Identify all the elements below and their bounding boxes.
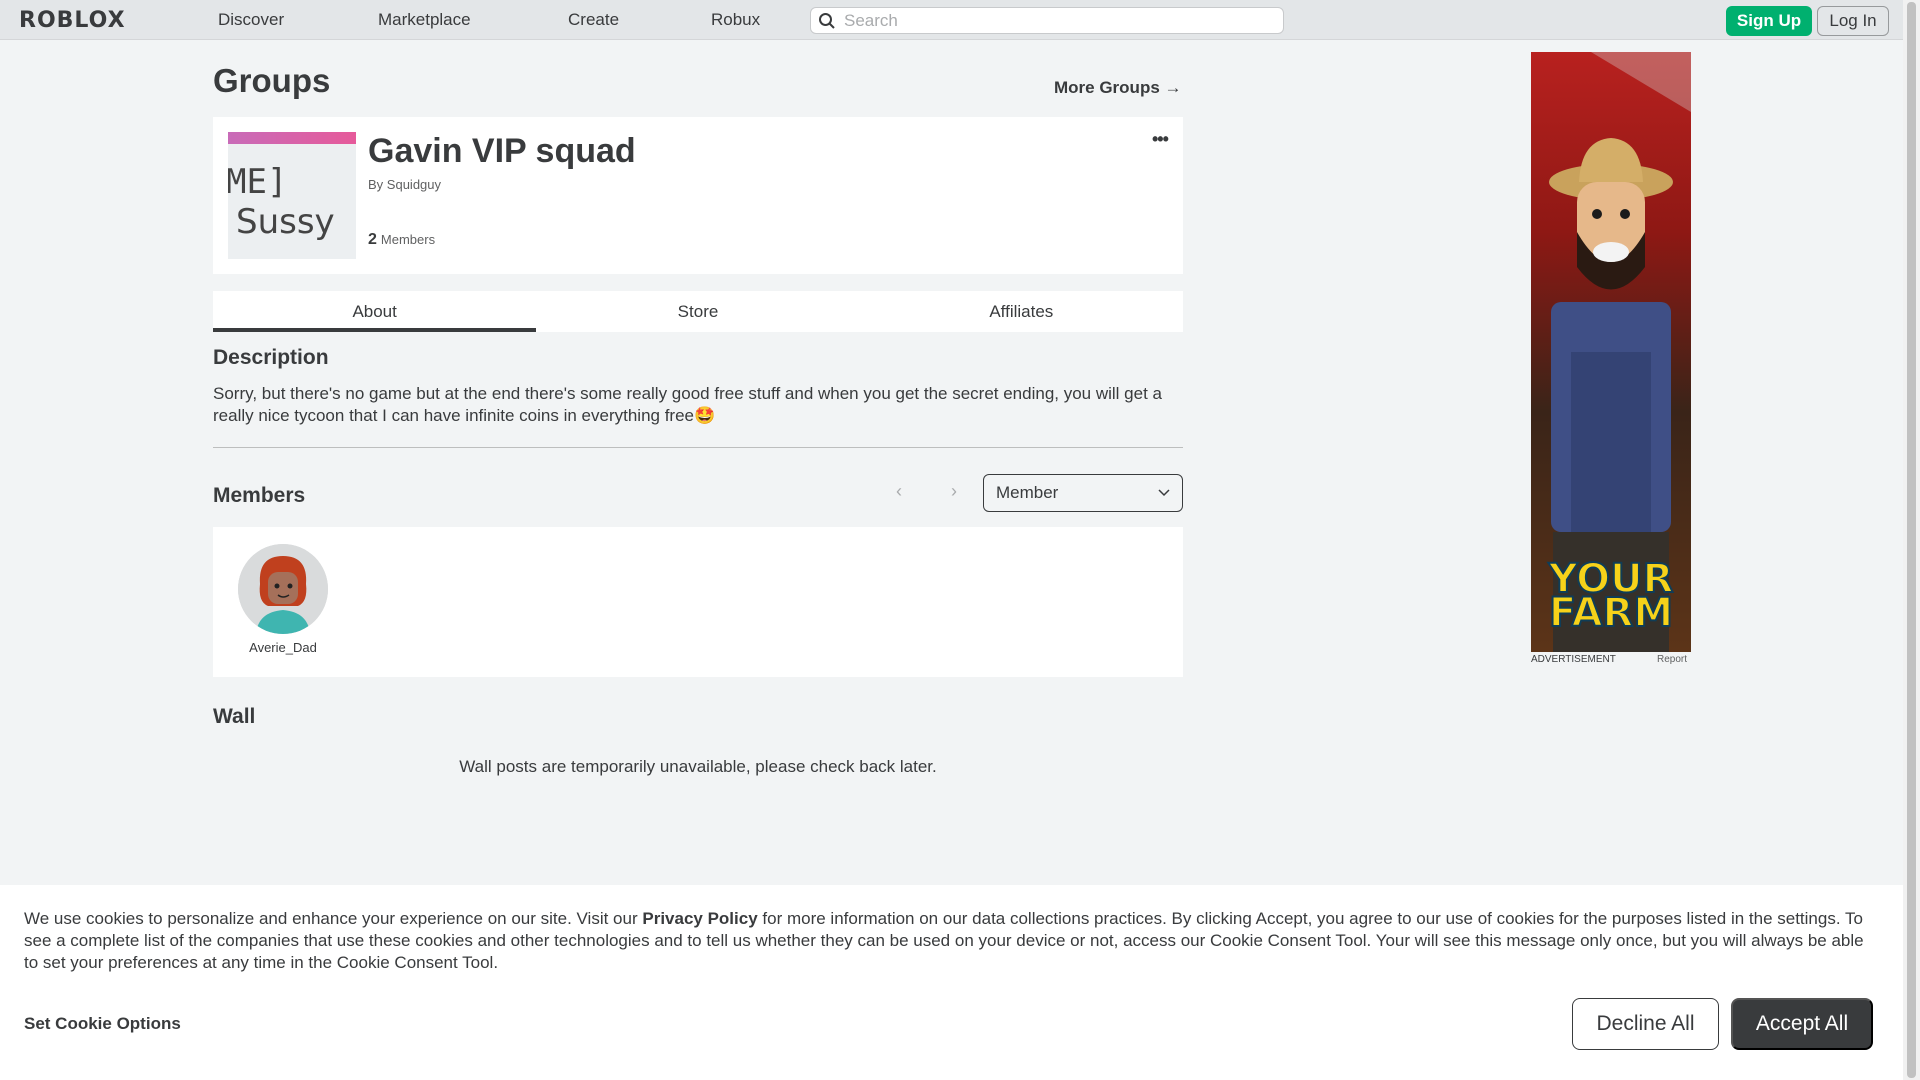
- ad-report-link[interactable]: Report: [1657, 654, 1687, 665]
- group-description: Sorry, but there's no game but at the en…: [213, 384, 1162, 425]
- nav-link-discover[interactable]: Discover: [218, 10, 284, 30]
- member-count-label: Members: [380, 232, 436, 247]
- role-filter-value: Member: [996, 483, 1059, 502]
- cookie-text-before: We use cookies to personalize and enhanc…: [24, 909, 643, 928]
- group-member-count: 2 Members: [368, 231, 435, 249]
- tab-store[interactable]: Store: [536, 291, 859, 332]
- member-name[interactable]: Averie_Dad: [233, 640, 333, 655]
- role-filter-dropdown[interactable]: Member: [983, 474, 1183, 512]
- emblem-text-2: Sussy: [236, 202, 335, 242]
- nav-link-robux[interactable]: Robux: [711, 10, 760, 30]
- advertisement-label: ADVERTISEMENT: [1531, 654, 1616, 665]
- advertisement-banner[interactable]: YOUR FARM: [1531, 52, 1691, 652]
- search-input[interactable]: [844, 10, 1264, 31]
- ad-brand-line-2: FARM: [1548, 590, 1674, 636]
- group-emblem: ME] Sussy: [228, 132, 356, 259]
- decline-all-button[interactable]: Decline All: [1572, 998, 1719, 1050]
- members-heading: Members: [213, 484, 306, 507]
- nav-link-create[interactable]: Create: [568, 10, 619, 30]
- more-groups-link[interactable]: More Groups →: [1054, 78, 1182, 98]
- nav-link-marketplace[interactable]: Marketplace: [378, 10, 471, 30]
- description-heading: Description: [213, 346, 329, 369]
- set-cookie-options-link[interactable]: Set Cookie Options: [24, 1014, 181, 1034]
- group-owner-line: By Squidguy: [368, 177, 441, 192]
- member-count-value: 2: [368, 231, 377, 248]
- scrollbar-thumb[interactable]: [1907, 2, 1916, 1078]
- emblem-text-1: ME]: [228, 162, 288, 202]
- member-card[interactable]: Averie_Dad: [233, 544, 333, 655]
- accept-all-button[interactable]: Accept All: [1731, 998, 1873, 1050]
- privacy-policy-link[interactable]: Privacy Policy: [642, 909, 757, 928]
- emblem-stripe: [228, 132, 356, 144]
- roblox-logo[interactable]: ROBLOX: [19, 8, 126, 33]
- cookie-message: We use cookies to personalize and enhanc…: [24, 908, 1880, 974]
- tab-about[interactable]: About: [213, 291, 537, 332]
- log-in-button[interactable]: Log In: [1817, 6, 1889, 36]
- tab-affiliates[interactable]: Affiliates: [860, 291, 1183, 332]
- wall-heading: Wall: [213, 705, 256, 728]
- avatar[interactable]: [238, 544, 328, 634]
- avatar-image: [238, 544, 328, 634]
- owner-link[interactable]: Squidguy: [387, 177, 441, 192]
- page-title: Groups: [213, 62, 331, 99]
- cookie-consent-banner: We use cookies to personalize and enhanc…: [0, 885, 1903, 1080]
- group-tabs: About Store Affiliates: [213, 291, 1183, 332]
- owner-prefix: By: [368, 177, 384, 192]
- chevron-down-icon: [1158, 489, 1170, 497]
- sign-up-button[interactable]: Sign Up: [1726, 6, 1812, 36]
- top-navigation-bar: ROBLOX Discover Marketplace Create Robux…: [0, 0, 1903, 40]
- search-icon: [819, 12, 835, 29]
- group-name: Gavin VIP squad: [368, 132, 636, 170]
- members-list: Averie_Dad: [213, 527, 1183, 677]
- more-options-icon[interactable]: •••: [1152, 129, 1169, 150]
- wall-unavailable-message: Wall posts are temporarily unavailable, …: [459, 757, 937, 776]
- chevron-right-icon[interactable]: ›: [951, 481, 957, 502]
- ad-brand-text: YOUR FARM: [1531, 558, 1691, 636]
- group-header-card: ME] Sussy Gavin VIP squad By Squidguy 2M…: [213, 117, 1183, 274]
- chevron-left-icon[interactable]: ‹: [896, 481, 902, 502]
- section-divider: [213, 447, 1183, 448]
- search-box[interactable]: [810, 7, 1284, 34]
- page-scrollbar[interactable]: [1903, 0, 1920, 1080]
